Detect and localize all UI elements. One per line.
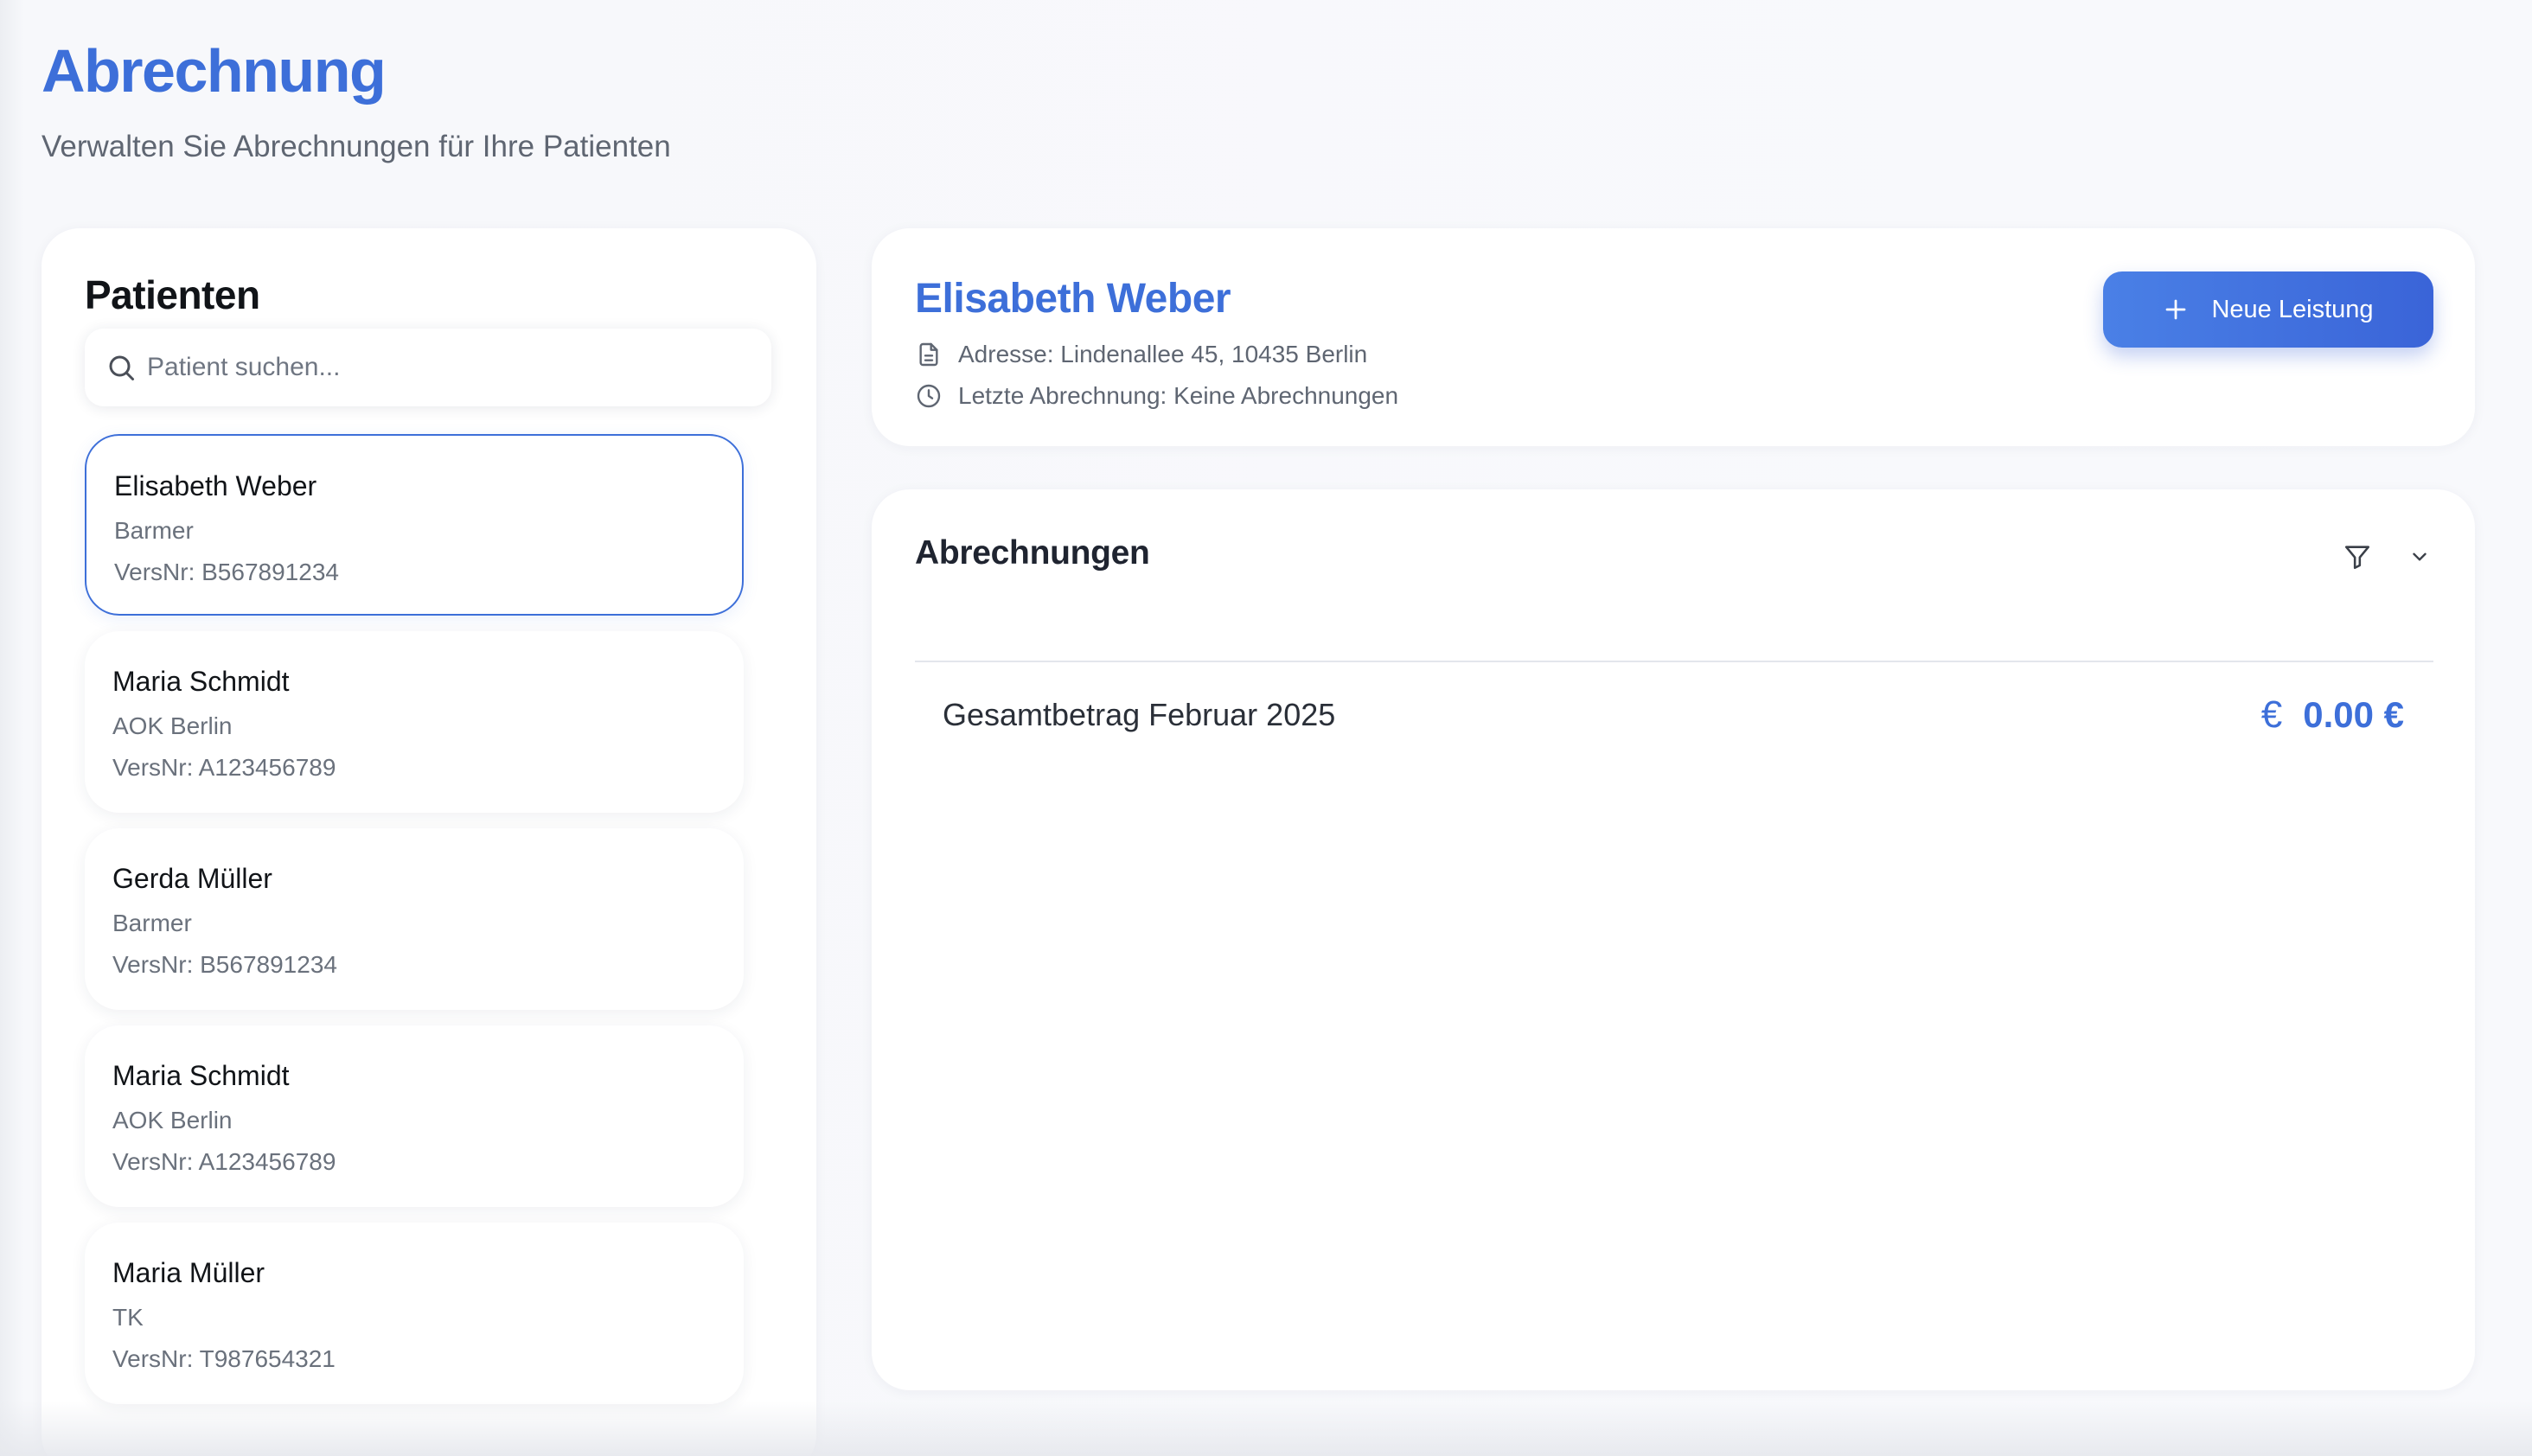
total-amount-row: € 0.00 € bbox=[2261, 693, 2404, 737]
clock-icon bbox=[917, 384, 941, 408]
page-subtitle: Verwalten Sie Abrechnungen für Ihre Pati… bbox=[42, 130, 671, 163]
patient-card[interactable]: Maria Müller TK VersNr: T987654321 bbox=[85, 1223, 744, 1404]
patient-versnr: VersNr: A123456789 bbox=[112, 754, 336, 781]
patients-heading: Patienten bbox=[85, 272, 260, 317]
patient-versnr: VersNr: B567891234 bbox=[112, 951, 337, 978]
document-icon bbox=[919, 342, 938, 367]
chevron-down-icon bbox=[2413, 552, 2426, 561]
billing-page: Abrechnung Verwalten Sie Abrechnungen fü… bbox=[0, 0, 2532, 1456]
patient-insurer: AOK Berlin bbox=[112, 712, 233, 739]
patient-versnr: VersNr: T987654321 bbox=[112, 1345, 336, 1372]
page-title: Abrechnung bbox=[42, 37, 387, 105]
patient-search-input[interactable] bbox=[147, 329, 752, 406]
filter-icon bbox=[2344, 546, 2370, 570]
patient-card-selected[interactable]: Elisabeth Weber Barmer VersNr: B56789123… bbox=[85, 434, 744, 616]
patient-name: Maria Schmidt bbox=[112, 666, 290, 697]
patient-insurer: Barmer bbox=[114, 517, 194, 544]
patient-versnr: VersNr: A123456789 bbox=[112, 1148, 336, 1175]
divider bbox=[915, 661, 2433, 662]
patient-address-text: Adresse: Lindenallee 45, 10435 Berlin bbox=[958, 341, 1368, 367]
patient-address: Adresse: Lindenallee 45, 10435 Berlin bbox=[915, 341, 1367, 368]
patient-name: Gerda Müller bbox=[112, 863, 272, 894]
patient-last-billing: Letzte Abrechnung: Keine Abrechnungen bbox=[915, 382, 1398, 410]
selected-patient-name: Elisabeth Weber bbox=[915, 276, 1231, 322]
patient-insurer: Barmer bbox=[112, 910, 192, 936]
patient-card[interactable]: Maria Schmidt AOK Berlin VersNr: A123456… bbox=[85, 631, 744, 813]
bottom-shadow bbox=[0, 1401, 2532, 1456]
patient-insurer: AOK Berlin bbox=[112, 1107, 233, 1134]
patient-versnr: VersNr: B567891234 bbox=[114, 559, 339, 585]
search-icon bbox=[109, 355, 134, 380]
patient-name: Elisabeth Weber bbox=[114, 470, 317, 501]
patient-insurer: TK bbox=[112, 1304, 144, 1331]
new-service-button[interactable]: Neue Leistung bbox=[2103, 271, 2433, 348]
total-label: Gesamtbetrag Februar 2025 bbox=[943, 697, 1336, 732]
patient-name: Maria Müller bbox=[112, 1257, 265, 1288]
new-service-button-label: Neue Leistung bbox=[2211, 295, 2374, 323]
patient-search-box[interactable] bbox=[85, 329, 771, 406]
patient-card[interactable]: Maria Schmidt AOK Berlin VersNr: A123456… bbox=[85, 1025, 744, 1207]
euro-icon: € bbox=[2260, 693, 2283, 736]
patient-last-billing-text: Letzte Abrechnung: Keine Abrechnungen bbox=[958, 382, 1399, 409]
patients-panel: Patienten Elisabeth Weber Barmer VersNr:… bbox=[42, 228, 816, 1456]
filter-button[interactable] bbox=[2338, 538, 2376, 576]
patient-card[interactable]: Gerda Müller Barmer VersNr: B567891234 bbox=[85, 828, 744, 1010]
collapse-button[interactable] bbox=[2402, 540, 2437, 574]
plus-icon bbox=[2166, 299, 2186, 320]
total-amount: 0.00 € bbox=[2303, 694, 2404, 735]
billings-card: Abrechnungen Gesamtbetrag Februar 2025 €… bbox=[872, 489, 2475, 1390]
patient-name: Maria Schmidt bbox=[112, 1060, 290, 1091]
patient-info-card: Elisabeth Weber Adresse: Lindenallee 45,… bbox=[872, 228, 2475, 446]
billings-title: Abrechnungen bbox=[915, 534, 1150, 572]
